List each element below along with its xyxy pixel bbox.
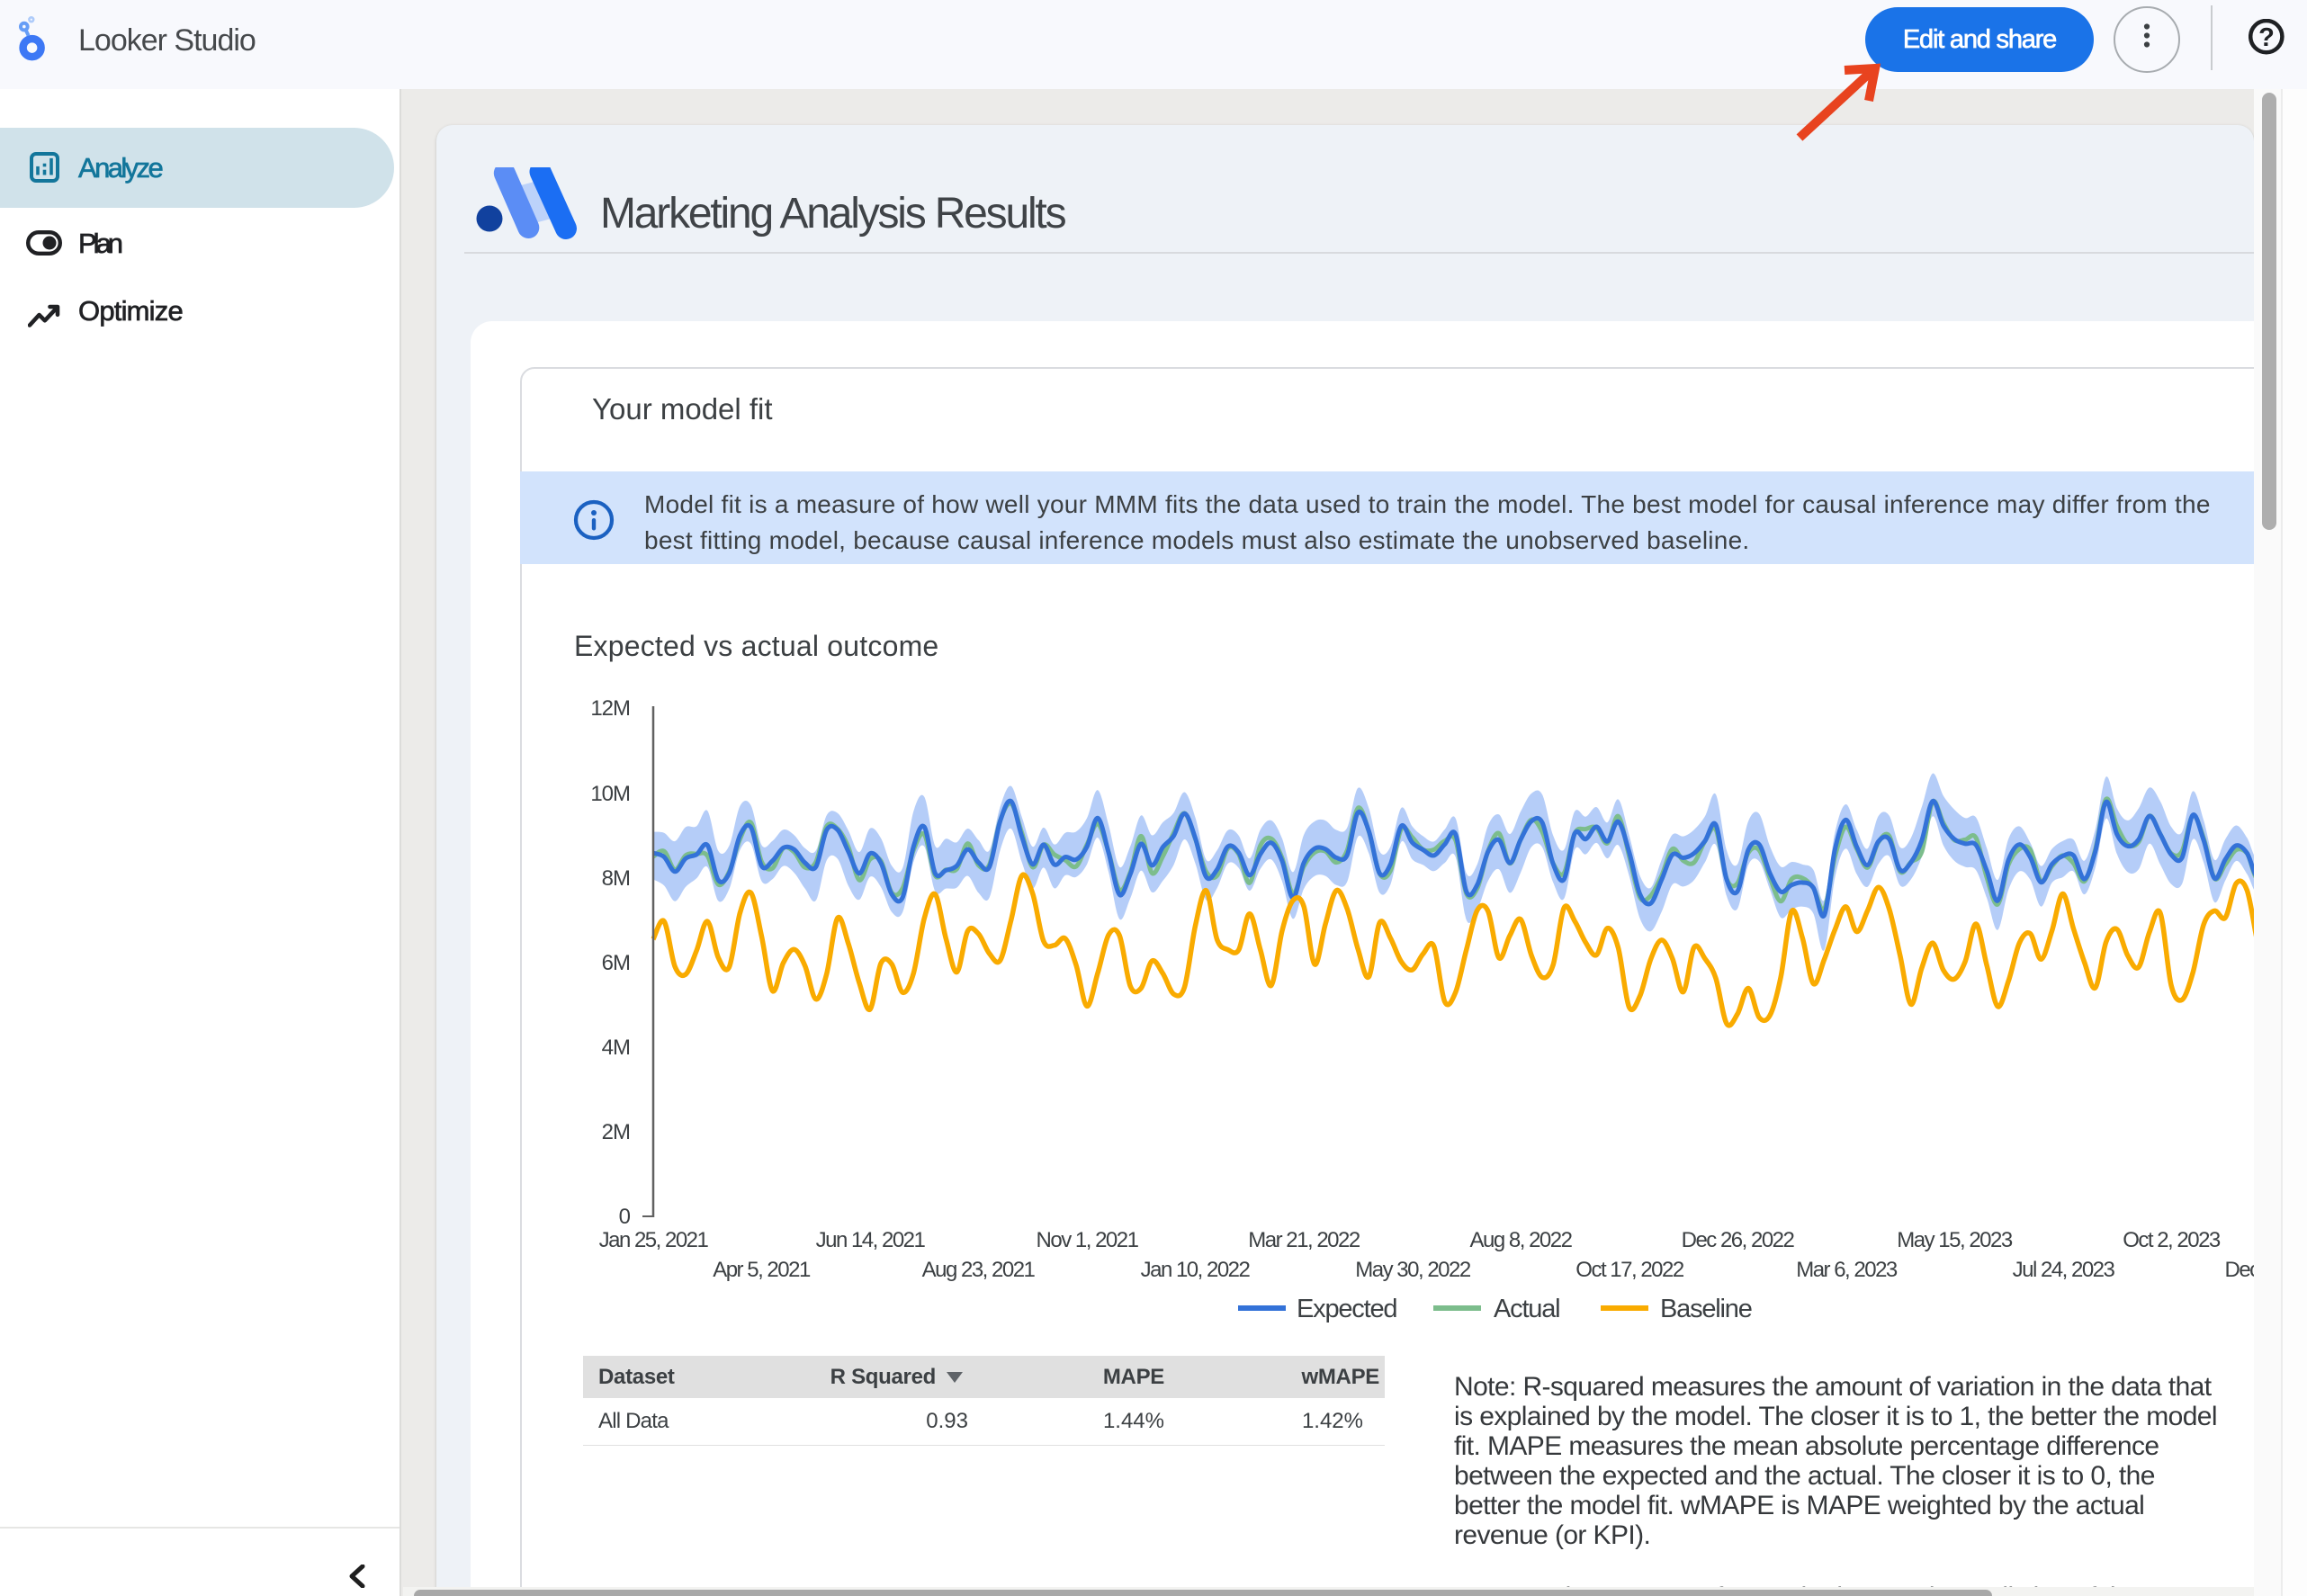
svg-text:Jan 10, 2022: Jan 10, 2022 (1141, 1258, 1251, 1282)
svg-text:May 30, 2022: May 30, 2022 (1355, 1258, 1471, 1282)
svg-text:10M: 10M (590, 782, 630, 806)
svg-text:Jul 24, 2023: Jul 24, 2023 (2013, 1258, 2115, 1282)
svg-text:Oct 2, 2023: Oct 2, 2023 (2123, 1228, 2221, 1252)
svg-text:Actual: Actual (1494, 1295, 1559, 1323)
svg-text:6M: 6M (602, 951, 630, 975)
svg-text:Apr 5, 2021: Apr 5, 2021 (713, 1258, 811, 1282)
svg-text:Expected: Expected (1297, 1295, 1396, 1323)
svg-text:12M: 12M (590, 696, 630, 721)
svg-text:0: 0 (619, 1205, 631, 1229)
svg-text:Jan 25, 2021: Jan 25, 2021 (599, 1228, 709, 1252)
svg-text:?: ? (2258, 23, 2275, 52)
svg-text:8M: 8M (602, 866, 630, 891)
svg-text:Dec 26, 2022: Dec 26, 2022 (1682, 1228, 1795, 1252)
svg-text:Oct 17, 2022: Oct 17, 2022 (1575, 1258, 1684, 1282)
svg-text:Nov 1, 2021: Nov 1, 2021 (1037, 1228, 1139, 1252)
svg-text:Mar 21, 2022: Mar 21, 2022 (1248, 1228, 1360, 1252)
svg-text:2M: 2M (602, 1120, 630, 1144)
svg-text:Aug 8, 2022: Aug 8, 2022 (1470, 1228, 1573, 1252)
svg-text:Jun 14, 2021: Jun 14, 2021 (816, 1228, 926, 1252)
svg-text:Mar 6, 2023: Mar 6, 2023 (1796, 1258, 1898, 1282)
svg-text:Dec 11, 2023: Dec 11, 2023 (2225, 1258, 2255, 1282)
svg-text:4M: 4M (602, 1036, 630, 1060)
svg-text:May 15, 2023: May 15, 2023 (1897, 1228, 2013, 1252)
svg-text:Baseline: Baseline (1660, 1295, 1752, 1323)
svg-text:Aug 23, 2021: Aug 23, 2021 (922, 1258, 1036, 1282)
